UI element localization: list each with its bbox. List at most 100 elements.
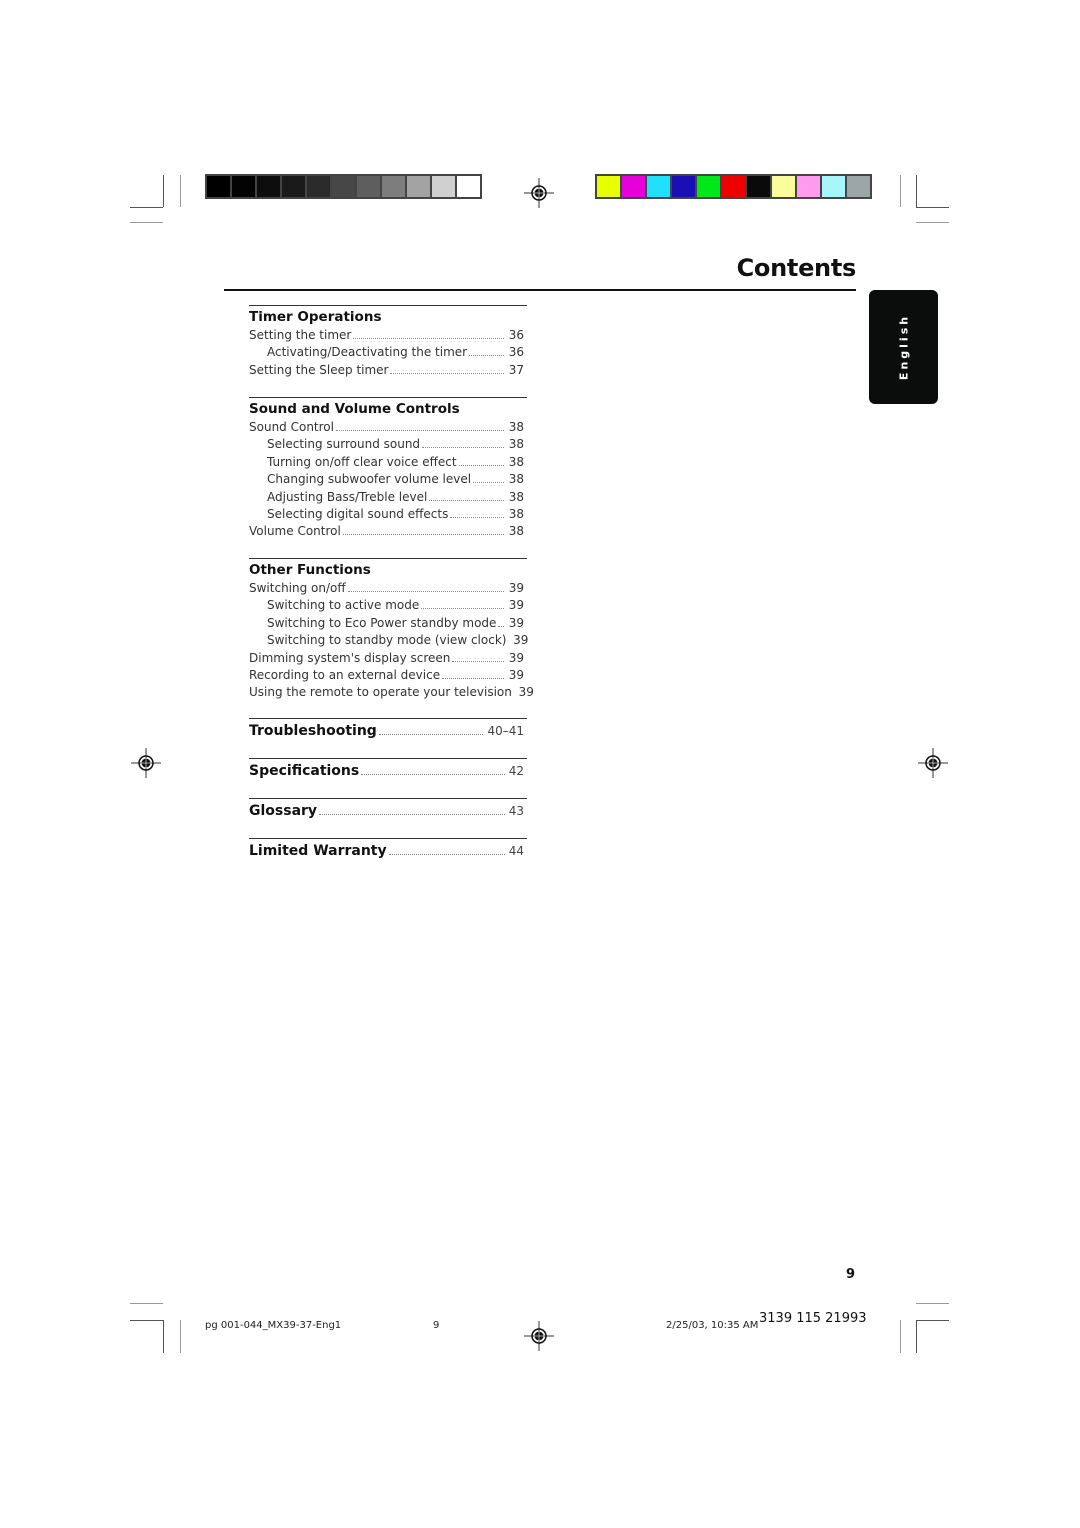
grayscale-swatch [457,176,480,197]
toc-entry-label: Turning on/off clear voice effect [267,454,457,469]
footer-file-name: pg 001-044_MX39-37-Eng1 [205,1320,342,1331]
grayscale-swatch [307,176,330,197]
grayscale-swatch [432,176,455,197]
color-swatch [822,176,845,197]
toc-entry-label: Switching to active mode [267,598,420,613]
toc-chapter-entry[interactable]: Specifications 42 [249,760,527,782]
toc-entry[interactable]: Selecting digital sound effects 38 [249,506,527,523]
title-divider [224,289,856,291]
toc-entry[interactable]: Turning on/off clear voice effect 38 [249,454,527,471]
toc-chapter-specifications[interactable]: Specifications 42 [249,758,527,782]
toc-chapter-label: Troubleshooting [249,723,377,739]
toc-entry-page: 38 [508,524,524,539]
color-swatch [597,176,620,197]
dot-leader [442,677,504,679]
dot-leader [390,372,504,374]
toc-entry-page: 38 [508,420,524,434]
section-divider [249,558,527,559]
toc-entry-label: Using the remote to operate your televis… [249,685,512,700]
toc-entry-label: Setting the Sleep timer [249,362,389,377]
registration-target-icon [524,178,554,208]
toc-section-other-functions: Other Functions Switching on/off 39 Switchi… [249,558,534,702]
color-swatch [747,176,770,197]
dot-leader [378,733,484,735]
toc-entry-page: 39 [513,633,529,648]
page-title: Contents [736,254,857,282]
dot-leader [429,499,504,501]
toc-entry[interactable]: Volume Control 38 [249,523,527,540]
toc-entry[interactable]: Dimming system's display screen 39 [249,650,527,667]
grayscale-swatch [232,176,255,197]
toc-entry-page: 36 [508,328,524,342]
toc-entry-page: 39 [518,685,534,700]
section-title: Sound and Volume Controls [249,401,460,417]
toc-chapter-label: Glossary [249,803,318,819]
toc-entry-label: Switching to standby mode (view clock) [267,633,507,648]
toc-chapter-glossary[interactable]: Glossary 43 [249,798,527,822]
grayscale-calibration-bar [205,174,482,199]
dot-leader [469,354,504,357]
toc-entry[interactable]: Switching on/off 39 [249,580,527,597]
dot-leader [388,853,505,855]
toc-entry[interactable]: Adjusting Bass/Treble level 38 [249,489,527,506]
toc-chapter-page: 42 [508,764,524,778]
toc-entry-label: Switching on/off [249,581,346,595]
toc-entry[interactable]: Recording to an external device 39 [249,667,527,684]
toc-chapter-page: 40–41 [487,724,524,738]
toc-entry-page: 38 [508,506,524,521]
language-tab-label: English [897,313,910,381]
dot-leader [319,813,505,815]
toc-section-timer-operations: Timer Operations Setting the timer 36 Activ… [249,305,527,379]
toc-entry-label: Switching to Eco Power standby mode [267,615,497,630]
toc-entry-label: Recording to an external device [249,667,441,682]
toc-chapter-label: Limited Warranty [249,843,387,859]
toc-entry-page: 39 [508,615,524,630]
dot-leader [347,590,504,592]
toc-entry-label: Setting the timer [249,328,352,342]
toc-entry[interactable]: Switching to active mode 39 [249,597,527,614]
toc-entry-page: 39 [508,650,524,665]
dot-leader [498,625,504,627]
color-swatch [697,176,720,197]
toc-entry-label: Volume Control [249,524,341,539]
toc-entry-page: 39 [508,581,524,595]
toc-entry[interactable]: Setting the Sleep timer 37 [249,362,527,379]
toc-entry[interactable]: Switching to Eco Power standby mode 39 [249,615,527,632]
toc-entry-label: Activating/Deactivating the timer [267,345,468,360]
footer-sheet-number: 9 [433,1320,440,1331]
grayscale-swatch [382,176,405,197]
language-tab: English [869,290,938,404]
color-swatch [772,176,795,197]
section-title: Other Functions [249,562,371,578]
dot-leader [452,660,504,662]
toc-section-sound-volume: Sound and Volume Controls Sound Control 38… [249,397,527,541]
toc-entry-label: Dimming system's display screen [249,650,451,665]
toc-entry[interactable]: Using the remote to operate your televis… [249,684,534,701]
toc-chapter-entry[interactable]: Troubleshooting 40–41 [249,720,527,742]
page-number: 9 [846,1267,856,1282]
toc-chapter-entry[interactable]: Glossary 43 [249,800,527,822]
toc-entry-label: Adjusting Bass/Treble level [267,489,428,504]
toc-entry[interactable]: Switching to standby mode (view clock) 39 [249,632,528,649]
color-calibration-bar [595,174,872,199]
toc-entry[interactable]: Sound Control 38 [249,419,527,436]
dot-leader [361,773,505,775]
grayscale-swatch [282,176,305,197]
toc-entry-page: 36 [508,345,524,360]
toc-chapter-entry[interactable]: Limited Warranty 44 [249,840,527,862]
toc-entry[interactable]: Setting the timer 36 [249,327,527,344]
dot-leader [353,337,504,339]
grayscale-swatch [407,176,430,197]
color-swatch [672,176,695,197]
toc-chapter-limited-warranty[interactable]: Limited Warranty 44 [249,838,527,862]
registration-target-icon [918,748,948,778]
toc-entry-page: 38 [508,472,524,487]
dot-leader [421,607,504,610]
toc-entry-page: 39 [508,598,524,613]
toc-entry-page: 38 [508,454,524,469]
toc-chapter-troubleshooting[interactable]: Troubleshooting 40–41 [249,718,527,742]
color-swatch [647,176,670,197]
toc-entry[interactable]: Activating/Deactivating the timer 36 [249,344,527,361]
toc-entry[interactable]: Selecting surround sound 38 [249,436,527,453]
toc-entry[interactable]: Changing subwoofer volume level 38 [249,471,527,488]
